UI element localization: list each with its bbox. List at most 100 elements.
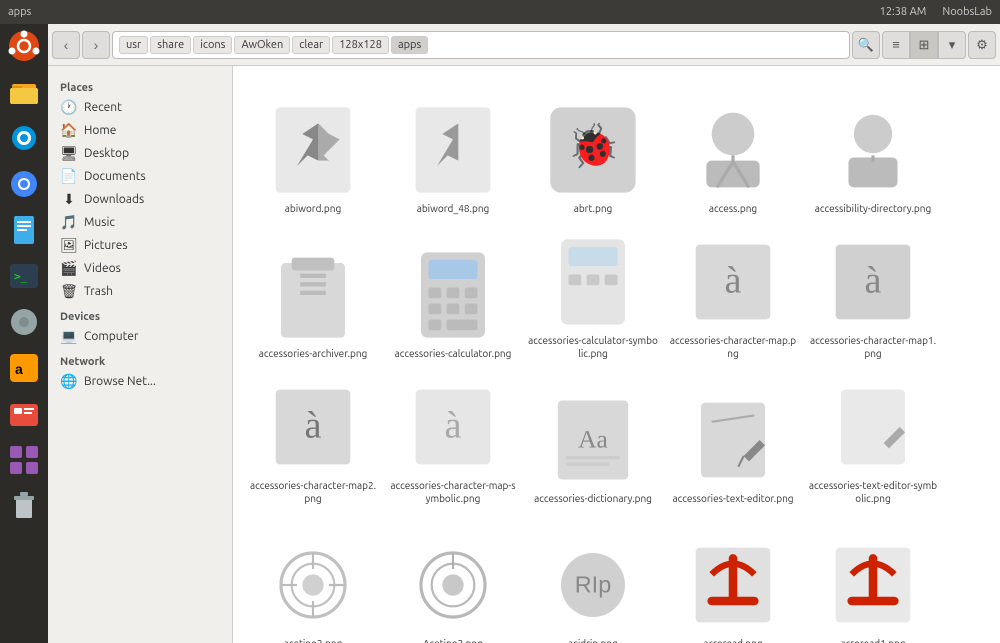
file-name-label: accessories-calculator.png bbox=[395, 347, 512, 360]
svg-text:>_: >_ bbox=[14, 270, 28, 283]
file-item[interactable]: accessories-calculator-symbolic.png bbox=[523, 221, 663, 366]
file-name-label: acroread.png bbox=[703, 637, 762, 643]
dock-item-firefox[interactable] bbox=[2, 116, 46, 160]
file-item[interactable]: accessories-text-editor-symbolic.png bbox=[803, 366, 943, 511]
sidebar-item-home[interactable]: 🏠 Home bbox=[48, 119, 232, 142]
file-item[interactable]: abiword.png bbox=[243, 76, 383, 221]
clock: 12:38 AM bbox=[880, 6, 927, 18]
file-item[interactable]: accessibility-directory.png bbox=[803, 76, 943, 221]
file-icon bbox=[685, 537, 781, 633]
file-icon bbox=[825, 537, 921, 633]
file-item[interactable]: abiword_48.png bbox=[383, 76, 523, 221]
sidebar-item-network[interactable]: 🌐 Browse Net... bbox=[48, 370, 232, 393]
sidebar-item-videos[interactable]: 🎬 Videos bbox=[48, 257, 232, 280]
svg-text:RIp: RIp bbox=[575, 571, 612, 597]
file-item[interactable]: accessories-archiver.png bbox=[243, 221, 383, 366]
file-icon: 🐞 bbox=[545, 102, 641, 198]
sidebar-item-music[interactable]: 🎵 Music bbox=[48, 211, 232, 234]
sidebar-item-trash[interactable]: 🗑 Trash bbox=[48, 280, 232, 303]
file-item[interactable]: access.png bbox=[663, 76, 803, 221]
list-view-button[interactable]: ≡ bbox=[882, 31, 910, 59]
file-item[interactable]: acroread1.png bbox=[803, 511, 943, 643]
firefox-icon bbox=[8, 122, 40, 154]
file-item[interactable]: RIp acidrip.png bbox=[523, 511, 663, 643]
file-name-label: accessories-dictionary.png bbox=[534, 492, 652, 505]
trash-sidebar-icon: 🗑 bbox=[60, 283, 78, 300]
sidebar-item-desktop[interactable]: 🖥 Desktop bbox=[48, 142, 232, 165]
network-section-title: Network bbox=[48, 352, 232, 370]
dock-item-software[interactable] bbox=[2, 392, 46, 436]
file-item[interactable]: 🐞abrt.png bbox=[523, 76, 663, 221]
file-item[interactable]: accessories-text-editor.png bbox=[663, 366, 803, 511]
sidebar-item-documents[interactable]: 📄 Documents bbox=[48, 165, 232, 188]
svg-text:🐞: 🐞 bbox=[566, 122, 619, 170]
breadcrumb-apps[interactable]: apps bbox=[391, 36, 428, 54]
forward-button[interactable]: › bbox=[82, 31, 110, 59]
file-item[interactable]: àaccessories-character-map.png bbox=[663, 221, 803, 366]
system-topbar: apps 12:38 AM NoobsLab bbox=[0, 0, 1000, 24]
dock-item-files[interactable] bbox=[2, 70, 46, 114]
breadcrumb-share[interactable]: share bbox=[150, 36, 191, 54]
file-item[interactable]: Aaaccessories-dictionary.png bbox=[523, 366, 663, 511]
file-name-label: accessibility-directory.png bbox=[815, 202, 931, 215]
sidebar-item-pictures[interactable]: 🖼 Pictures bbox=[48, 234, 232, 257]
dock-item-amazon[interactable]: a bbox=[2, 346, 46, 390]
file-icon: à bbox=[265, 379, 361, 475]
view-dropdown-button[interactable]: ▾ bbox=[938, 31, 966, 59]
sidebar: Places 🕐 Recent 🏠 Home 🖥 Desktop 📄 Docum… bbox=[48, 66, 233, 643]
file-item[interactable]: àaccessories-character-map2.png bbox=[243, 366, 383, 511]
breadcrumb-bar: usr share icons AwOken clear 128x128 app… bbox=[112, 31, 850, 59]
file-item[interactable]: àaccessories-character-map-symbolic.png bbox=[383, 366, 523, 511]
pictures-icon: 🖼 bbox=[60, 237, 78, 254]
user-label: NoobsLab bbox=[942, 6, 992, 18]
file-name-label: access.png bbox=[709, 202, 757, 215]
file-icon: à bbox=[405, 379, 501, 475]
breadcrumb-clear[interactable]: clear bbox=[292, 36, 330, 54]
file-icon bbox=[825, 379, 921, 475]
sidebar-item-computer[interactable]: 💻 Computer bbox=[48, 325, 232, 348]
file-icon bbox=[405, 102, 501, 198]
dock-item-chrome[interactable] bbox=[2, 162, 46, 206]
file-icon bbox=[405, 537, 501, 633]
dock-item-ubuntu[interactable] bbox=[2, 24, 46, 68]
file-icon bbox=[265, 102, 361, 198]
sidebar-item-recent[interactable]: 🕐 Recent bbox=[48, 96, 232, 119]
devices-section-title: Devices bbox=[48, 307, 232, 325]
network-icon: 🌐 bbox=[60, 373, 78, 390]
sidebar-item-downloads[interactable]: ⬇ Downloads bbox=[48, 188, 232, 211]
sidebar-trash-label: Trash bbox=[84, 285, 113, 298]
back-button[interactable]: ‹ bbox=[52, 31, 80, 59]
chrome-icon bbox=[8, 168, 40, 200]
breadcrumb-awoken[interactable]: AwOken bbox=[234, 36, 290, 54]
content-area: Places 🕐 Recent 🏠 Home 🖥 Desktop 📄 Docum… bbox=[48, 66, 1000, 643]
file-item[interactable]: accessories-calculator.png bbox=[383, 221, 523, 366]
file-name-label: abiword_48.png bbox=[417, 202, 490, 215]
desktop-icon: 🖥 bbox=[60, 145, 78, 162]
file-name-label: acroread1.png bbox=[840, 637, 905, 643]
file-name-label: accessories-character-map1.png bbox=[808, 334, 938, 360]
breadcrumb-icons[interactable]: icons bbox=[193, 36, 232, 54]
file-item[interactable]: acroread.png bbox=[663, 511, 803, 643]
file-item[interactable]: àaccessories-character-map1.png bbox=[803, 221, 943, 366]
file-item[interactable]: Acetino2.png bbox=[383, 511, 523, 643]
breadcrumb-128x128[interactable]: 128x128 bbox=[332, 36, 389, 54]
dock-item-terminal[interactable]: >_ bbox=[2, 254, 46, 298]
file-name-label: accessories-character-map.png bbox=[668, 334, 798, 360]
breadcrumb-usr[interactable]: usr bbox=[119, 36, 148, 54]
settings-button[interactable]: ⚙ bbox=[968, 31, 996, 59]
dock-item-trash[interactable] bbox=[2, 484, 46, 528]
file-name-label: acetino2.png bbox=[284, 637, 343, 643]
file-name-label: accessories-archiver.png bbox=[259, 347, 368, 360]
documents-icon: 📄 bbox=[60, 168, 78, 185]
dock-item-writer[interactable] bbox=[2, 208, 46, 252]
sidebar-videos-label: Videos bbox=[84, 262, 121, 275]
file-name-label: acidrip.png bbox=[568, 637, 618, 643]
search-button[interactable]: 🔍 bbox=[852, 31, 880, 59]
dock-item-settings[interactable] bbox=[2, 300, 46, 344]
file-name-label: abiword.png bbox=[285, 202, 341, 215]
videos-icon: 🎬 bbox=[60, 260, 78, 277]
file-item[interactable]: acetino2.png bbox=[243, 511, 383, 643]
dock-item-apps[interactable] bbox=[2, 438, 46, 482]
grid-view-button[interactable]: ⊞ bbox=[910, 31, 938, 59]
svg-text:a: a bbox=[15, 361, 23, 377]
